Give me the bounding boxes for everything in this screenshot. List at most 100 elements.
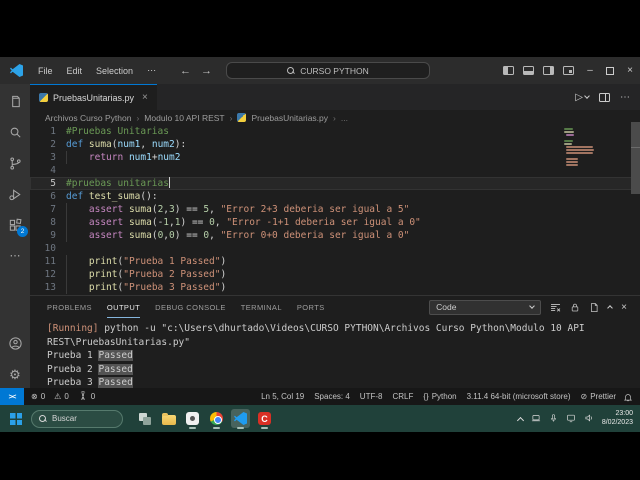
line-number: 10	[44, 243, 56, 254]
run-python-file-button[interactable]: ▷	[575, 91, 590, 103]
settings-gear-icon[interactable]: ⚙	[7, 366, 23, 382]
taskbar-app-file-explorer[interactable]	[159, 409, 178, 428]
editor-scrollbar[interactable]	[631, 122, 640, 292]
minimize-button[interactable]: –	[583, 65, 597, 76]
code-line-2[interactable]: 2 def suma(num1, num2):	[30, 138, 640, 151]
back-button[interactable]: ←	[180, 65, 191, 77]
python-file-icon	[237, 113, 247, 122]
chrome-icon	[210, 412, 223, 425]
status-item-ln-5-col-19[interactable]: Ln 5, Col 19	[261, 392, 304, 401]
maximize-button[interactable]	[606, 66, 614, 75]
taskbar-app-task-view[interactable]	[135, 409, 154, 428]
taskbar-app-recorder[interactable]	[183, 409, 202, 429]
code-line-13[interactable]: 13 print("Prueba 3 Passed")	[30, 281, 640, 294]
code-line-6[interactable]: 6 def test_suma():	[30, 190, 640, 203]
code-line-5[interactable]: 5 #pruebas unitarias	[30, 177, 640, 190]
taskbar-app-vscode[interactable]	[231, 409, 250, 429]
channel-label: Code	[436, 302, 457, 312]
output-line-1[interactable]: [Running] python -u "c:\Users\dhurtado\V…	[47, 322, 640, 336]
panel-tab-debug-console[interactable]: DEBUG CONSOLE	[155, 297, 226, 318]
status-item-0[interactable]: 0	[78, 390, 95, 403]
status-item-crlf[interactable]: CRLF	[392, 392, 413, 401]
status-item-python[interactable]: {} Python	[423, 392, 456, 401]
open-in-editor-icon[interactable]	[589, 302, 599, 313]
menu-item[interactable]: ⋯	[140, 65, 163, 76]
output-channel-select[interactable]: Code	[429, 299, 542, 315]
toggle-panel-icon[interactable]	[523, 66, 534, 75]
status-item-prettier[interactable]: ⊘ Prettier	[581, 392, 617, 401]
hidden-icons-chevron[interactable]	[516, 416, 524, 424]
source-control-icon[interactable]	[7, 155, 23, 171]
tray-device-icon[interactable]	[531, 410, 541, 428]
extensions-icon[interactable]: 2	[7, 217, 28, 237]
lock-icon[interactable]	[570, 302, 580, 313]
menu-edit[interactable]: Edit	[60, 66, 90, 76]
explorer-icon[interactable]	[7, 93, 23, 109]
code-line-7[interactable]: 7 assert suma(2,3) == 5, "Error 2+3 debe…	[30, 203, 640, 216]
panel-tab-terminal[interactable]: TERMINAL	[241, 297, 282, 318]
account-icon[interactable]	[7, 335, 23, 351]
output-console[interactable]: [Running] python -u "c:\Users\dhurtado\V…	[30, 318, 640, 390]
panel-tab-problems[interactable]: PROBLEMS	[47, 297, 92, 318]
toggle-sidebar-icon[interactable]	[503, 66, 514, 75]
code-line-11[interactable]: 11 print("Prueba 1 Passed")	[30, 255, 640, 268]
volume-icon[interactable]	[584, 410, 594, 428]
status-left: ⊗ 0 ⚠ 0 0	[24, 390, 95, 403]
search-sidebar-icon[interactable]	[7, 124, 23, 140]
code-content: def suma(num1, num2):	[66, 139, 187, 150]
scrollbar-thumb[interactable]	[631, 122, 640, 194]
maximize-panel-icon[interactable]	[607, 305, 613, 311]
command-center-search[interactable]: CURSO PYTHON	[226, 62, 430, 79]
start-button[interactable]	[10, 412, 22, 425]
taskbar-app-camtasia[interactable]: C	[255, 409, 274, 429]
code-line-12[interactable]: 12 print("Prueba 2 Passed")	[30, 268, 640, 281]
menu-file[interactable]: File	[31, 66, 60, 76]
code-line-4[interactable]: 4	[30, 164, 640, 177]
taskbar-clock[interactable]: 23:00 8/02/2023	[602, 410, 633, 427]
editor-more-icon[interactable]: ⋯	[620, 92, 630, 103]
taskbar-app-chrome[interactable]	[207, 409, 226, 429]
code-editor[interactable]: 1 #Pruebas Unitarias 2 def suma(num1, num2)…	[30, 122, 640, 295]
breadcrumb-item-pruebasunitarias-py[interactable]: PruebasUnitarias.py	[251, 113, 328, 123]
code-line-10[interactable]: 10	[30, 242, 640, 255]
tab-pruebasunitarias[interactable]: PruebasUnitarias.py ×	[30, 84, 157, 110]
display-icon[interactable]	[566, 410, 576, 428]
panel-tab-ports[interactable]: PORTS	[297, 297, 325, 318]
code-line-3[interactable]: 3 return num1+num2	[30, 151, 640, 164]
code-line-9[interactable]: 9 assert suma(0,0) == 0, "Error 0+0 debe…	[30, 229, 640, 242]
breadcrumb-item-item[interactable]: ...	[341, 113, 348, 123]
remote-indicator[interactable]: ><	[0, 388, 24, 405]
status-item-3-11-4-64-bit-microsoft-store[interactable]: 3.11.4 64-bit (microsoft store)	[467, 392, 571, 401]
run-debug-icon[interactable]	[7, 186, 23, 202]
tab-close-icon[interactable]: ×	[142, 92, 148, 103]
notifications-bell-icon[interactable]	[623, 392, 640, 402]
forward-button[interactable]: →	[201, 65, 212, 77]
panel-tab-output[interactable]: OUTPUT	[106, 297, 141, 318]
minimap[interactable]	[564, 128, 594, 167]
run-icon: ▷	[575, 91, 583, 103]
status-item-0[interactable]: ⊗ 0	[31, 392, 45, 401]
breadcrumb-item-archivos-curso-python[interactable]: Archivos Curso Python	[45, 113, 131, 123]
output-line-4[interactable]: Prueba 2 Passed	[47, 363, 640, 377]
breadcrumb-item-modulo-10-api-rest[interactable]: Modulo 10 API REST	[144, 113, 224, 123]
close-panel-icon[interactable]: ×	[621, 302, 627, 313]
customize-layout-icon[interactable]	[563, 66, 574, 75]
status-item-spaces-4[interactable]: Spaces: 4	[314, 392, 350, 401]
code-line-8[interactable]: 8 assert suma(-1,1) == 0, "Error -1+1 de…	[30, 216, 640, 229]
code-content: print("Prueba 2 Passed")	[66, 268, 226, 281]
microphone-icon[interactable]	[549, 410, 558, 428]
output-line-2[interactable]: REST\PruebasUnitarias.py"	[47, 336, 640, 350]
more-actions-icon[interactable]: ⋯	[7, 248, 23, 264]
code-line-1[interactable]: 1 #Pruebas Unitarias	[30, 125, 640, 138]
toggle-secondary-sidebar-icon[interactable]	[543, 66, 554, 75]
run-dropdown-icon[interactable]	[584, 93, 590, 99]
status-item-0[interactable]: ⚠ 0	[54, 392, 69, 401]
menu-selection[interactable]: Selection	[89, 66, 140, 76]
slash-icon: ⊘	[580, 392, 588, 401]
split-editor-icon[interactable]	[599, 92, 610, 102]
output-line-3[interactable]: Prueba 1 Passed	[47, 349, 640, 363]
taskbar-search[interactable]: Buscar	[31, 409, 123, 428]
close-button[interactable]: ×	[623, 65, 637, 76]
clear-output-icon[interactable]	[550, 302, 561, 313]
status-item-utf-8[interactable]: UTF-8	[360, 392, 383, 401]
